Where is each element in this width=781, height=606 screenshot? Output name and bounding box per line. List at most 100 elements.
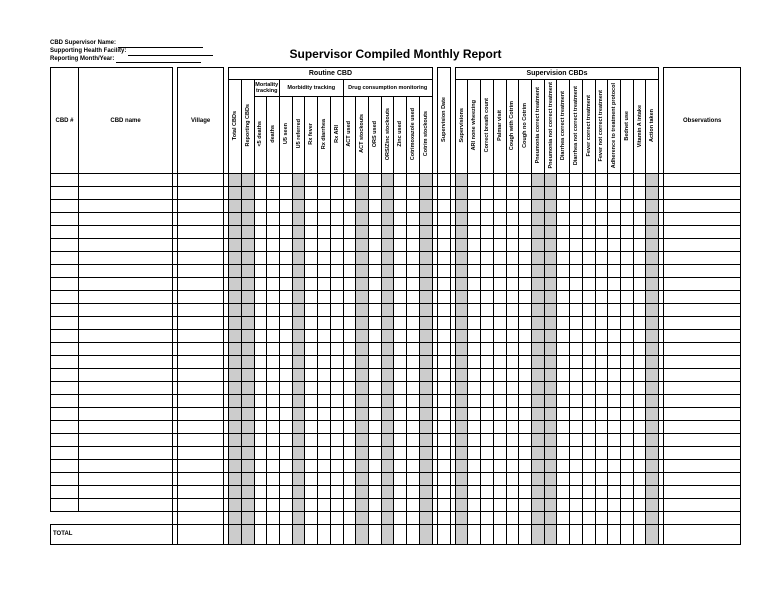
cell[interactable]	[318, 277, 331, 290]
cell[interactable]	[318, 303, 331, 316]
cell[interactable]	[292, 524, 305, 544]
cell[interactable]	[595, 342, 608, 355]
cell[interactable]	[343, 173, 356, 186]
cell[interactable]	[241, 329, 254, 342]
cell[interactable]	[570, 407, 583, 420]
cell[interactable]	[481, 173, 494, 186]
cell[interactable]	[78, 342, 172, 355]
cell[interactable]	[481, 407, 494, 420]
cell[interactable]	[369, 329, 382, 342]
cell[interactable]	[506, 485, 519, 498]
cell[interactable]	[356, 173, 369, 186]
cell[interactable]	[544, 251, 557, 264]
cell[interactable]	[292, 381, 305, 394]
cell[interactable]	[646, 277, 659, 290]
cell[interactable]	[437, 342, 450, 355]
cell[interactable]	[78, 251, 172, 264]
cell[interactable]	[343, 199, 356, 212]
cell[interactable]	[178, 251, 224, 264]
cell[interactable]	[78, 316, 172, 329]
cell[interactable]	[305, 472, 318, 485]
cell[interactable]	[267, 225, 280, 238]
cell[interactable]	[455, 199, 468, 212]
cell[interactable]	[532, 277, 545, 290]
cell[interactable]	[292, 511, 305, 524]
cell[interactable]	[506, 394, 519, 407]
cell[interactable]	[419, 433, 432, 446]
cell[interactable]	[570, 225, 583, 238]
cell[interactable]	[241, 264, 254, 277]
cell[interactable]	[330, 238, 343, 251]
cell[interactable]	[254, 381, 267, 394]
cell[interactable]	[621, 329, 634, 342]
cell[interactable]	[633, 316, 646, 329]
cell[interactable]	[437, 355, 450, 368]
cell[interactable]	[254, 511, 267, 524]
cell[interactable]	[407, 524, 420, 544]
cell[interactable]	[318, 238, 331, 251]
cell[interactable]	[78, 498, 172, 511]
cell[interactable]	[532, 199, 545, 212]
cell[interactable]	[437, 303, 450, 316]
cell[interactable]	[506, 381, 519, 394]
cell[interactable]	[267, 212, 280, 225]
cell[interactable]	[455, 498, 468, 511]
cell[interactable]	[557, 459, 570, 472]
cell[interactable]	[532, 173, 545, 186]
cell[interactable]	[241, 381, 254, 394]
cell[interactable]	[544, 199, 557, 212]
cell[interactable]	[664, 459, 741, 472]
cell[interactable]	[506, 511, 519, 524]
cell[interactable]	[343, 394, 356, 407]
cell[interactable]	[267, 264, 280, 277]
cell[interactable]	[241, 316, 254, 329]
cell[interactable]	[394, 199, 407, 212]
cell[interactable]	[330, 173, 343, 186]
cell[interactable]	[343, 329, 356, 342]
cell[interactable]	[394, 225, 407, 238]
cell[interactable]	[519, 485, 532, 498]
cell[interactable]	[419, 485, 432, 498]
cell[interactable]	[407, 238, 420, 251]
cell[interactable]	[305, 303, 318, 316]
cell[interactable]	[229, 355, 242, 368]
cell[interactable]	[279, 368, 292, 381]
cell[interactable]	[330, 498, 343, 511]
cell[interactable]	[369, 316, 382, 329]
cell[interactable]	[279, 355, 292, 368]
cell[interactable]	[51, 472, 79, 485]
cell[interactable]	[381, 225, 394, 238]
cell[interactable]	[455, 303, 468, 316]
cell[interactable]	[493, 459, 506, 472]
cell[interactable]	[78, 368, 172, 381]
cell[interactable]	[633, 524, 646, 544]
cell[interactable]	[519, 381, 532, 394]
cell[interactable]	[621, 173, 634, 186]
cell[interactable]	[664, 368, 741, 381]
cell[interactable]	[267, 186, 280, 199]
cell[interactable]	[330, 459, 343, 472]
cell[interactable]	[455, 251, 468, 264]
cell[interactable]	[468, 238, 481, 251]
cell[interactable]	[229, 173, 242, 186]
cell[interactable]	[595, 355, 608, 368]
cell[interactable]	[254, 459, 267, 472]
cell[interactable]	[178, 303, 224, 316]
cell[interactable]	[437, 212, 450, 225]
cell[interactable]	[305, 342, 318, 355]
cell[interactable]	[582, 420, 595, 433]
cell[interactable]	[241, 511, 254, 524]
cell[interactable]	[570, 446, 583, 459]
cell[interactable]	[664, 355, 741, 368]
cell[interactable]	[330, 355, 343, 368]
cell[interactable]	[254, 342, 267, 355]
cell[interactable]	[633, 212, 646, 225]
cell[interactable]	[407, 368, 420, 381]
cell[interactable]	[178, 381, 224, 394]
cell[interactable]	[557, 381, 570, 394]
cell[interactable]	[292, 459, 305, 472]
cell[interactable]	[557, 264, 570, 277]
cell[interactable]	[544, 420, 557, 433]
cell[interactable]	[481, 316, 494, 329]
cell[interactable]	[369, 433, 382, 446]
